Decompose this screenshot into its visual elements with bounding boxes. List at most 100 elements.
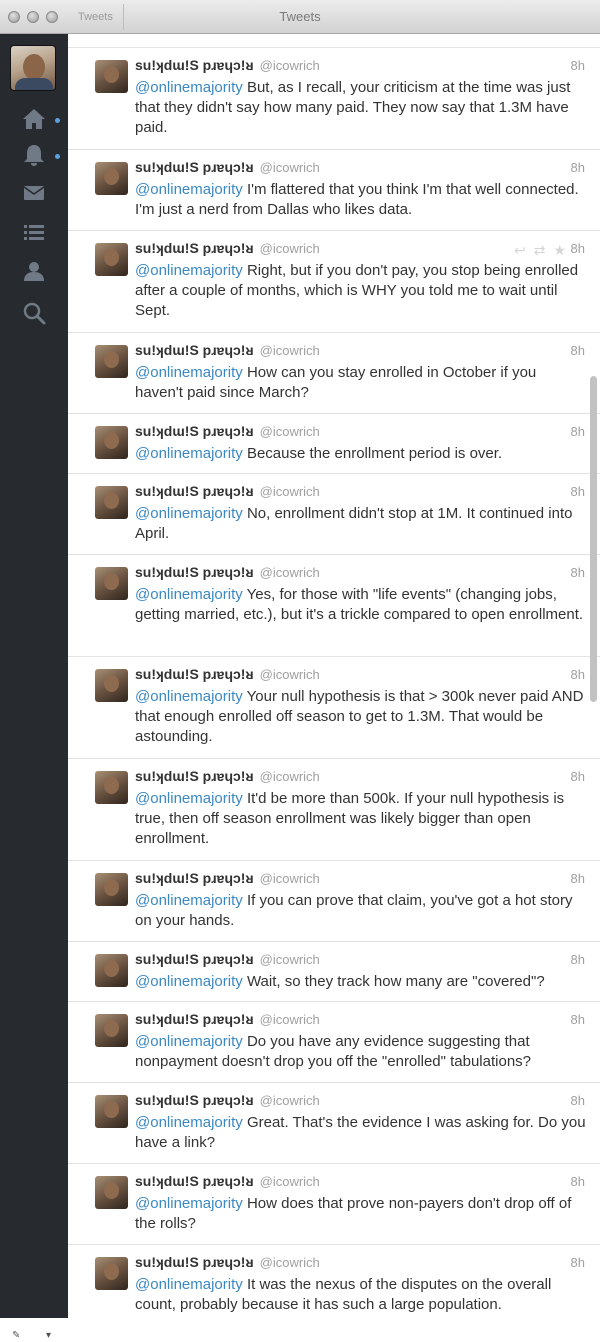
author-name[interactable]: su!ʞdɯ!S pɹɐɥɔ!ᴚ bbox=[135, 423, 254, 439]
tweet-row[interactable]: su!ʞdɯ!S pɹɐɥɔ!ᴚ @icowrich 8h @onlinemajori… bbox=[68, 1164, 600, 1245]
tweet-row[interactable]: su!ʞdɯ!S pɹɐɥɔ!ᴚ @icowrich 8h @onlinemajori… bbox=[68, 657, 600, 759]
author-name[interactable]: su!ʞdɯ!S pɹɐɥɔ!ᴚ bbox=[135, 666, 254, 682]
tweet-row[interactable]: su!ʞdɯ!S pɹɐɥɔ!ᴚ @icowrich 8h @onlinemajori… bbox=[68, 555, 600, 657]
tweet-row[interactable]: su!ʞdɯ!S pɹɐɥɔ!ᴚ @icowrich 8h @onlinemajori… bbox=[68, 942, 600, 1002]
tweet-row[interactable]: su!ʞdɯ!S pɹɐɥɔ!ᴚ @icowrich 8h @onlinemajori… bbox=[68, 48, 600, 150]
mention-link[interactable]: @onlinemajority bbox=[135, 181, 243, 198]
mentions-icon[interactable] bbox=[18, 140, 50, 170]
account-avatar[interactable] bbox=[10, 45, 56, 91]
author-name[interactable]: su!ʞdɯ!S pɹɐɥɔ!ᴚ bbox=[135, 768, 254, 784]
mention-link[interactable]: @onlinemajority bbox=[135, 1195, 243, 1212]
tweet-timestamp[interactable]: 8h bbox=[571, 565, 585, 580]
author-name[interactable]: su!ʞdɯ!S pɹɐɥɔ!ᴚ bbox=[135, 342, 254, 358]
author-handle[interactable]: @icowrich bbox=[260, 667, 320, 682]
tweet-timestamp[interactable]: 8h bbox=[571, 58, 585, 73]
author-handle[interactable]: @icowrich bbox=[260, 952, 320, 967]
lists-icon[interactable] bbox=[18, 218, 50, 248]
reply-icon[interactable]: ↩ bbox=[514, 242, 526, 259]
mention-link[interactable]: @onlinemajority bbox=[135, 445, 243, 462]
author-name[interactable]: su!ʞdɯ!S pɹɐɥɔ!ᴚ bbox=[135, 159, 254, 175]
author-handle[interactable]: @icowrich bbox=[260, 565, 320, 580]
tweet-timestamp[interactable]: 8h bbox=[571, 343, 585, 358]
author-avatar[interactable] bbox=[95, 1095, 128, 1128]
mention-link[interactable]: @onlinemajority bbox=[135, 1033, 243, 1050]
tweet-row[interactable]: su!ʞdɯ!S pɹɐɥɔ!ᴚ @icowrich 8h @onlinemajori… bbox=[68, 150, 600, 231]
messages-icon[interactable] bbox=[18, 178, 50, 208]
home-icon[interactable] bbox=[18, 104, 50, 134]
tweet-timestamp[interactable]: 8h bbox=[571, 1093, 585, 1108]
author-avatar[interactable] bbox=[95, 162, 128, 195]
author-avatar[interactable] bbox=[95, 243, 128, 276]
author-handle[interactable]: @icowrich bbox=[260, 58, 320, 73]
tweet-timestamp[interactable]: 8h bbox=[571, 667, 585, 682]
tweet-row[interactable]: su!ʞdɯ!S pɹɐɥɔ!ᴚ @icowrich 8h @onlinemajori… bbox=[68, 474, 600, 555]
favorite-icon[interactable]: ★ bbox=[553, 242, 566, 259]
tweet-row[interactable]: su!ʞdɯ!S pɹɐɥɔ!ᴚ @icowrich 8h @onlinemajori… bbox=[68, 414, 600, 474]
tweet-timestamp[interactable]: 8h bbox=[571, 424, 585, 439]
window-tab[interactable]: Tweets bbox=[68, 4, 124, 30]
author-avatar[interactable] bbox=[95, 567, 128, 600]
author-avatar[interactable] bbox=[95, 1014, 128, 1047]
mention-link[interactable]: @onlinemajority bbox=[135, 973, 243, 990]
minimize-window-button[interactable] bbox=[27, 11, 39, 23]
tweet-timestamp[interactable]: 8h bbox=[571, 952, 585, 967]
filter-icon[interactable]: ▾ bbox=[46, 1330, 58, 1342]
author-handle[interactable]: @icowrich bbox=[260, 1255, 320, 1270]
tweet-timestamp[interactable]: 8h bbox=[571, 769, 585, 784]
retweet-icon[interactable]: ⇄ bbox=[534, 242, 546, 259]
mention-link[interactable]: @onlinemajority bbox=[135, 790, 243, 807]
zoom-window-button[interactable] bbox=[46, 11, 58, 23]
search-icon[interactable] bbox=[18, 298, 50, 328]
author-avatar[interactable] bbox=[95, 60, 128, 93]
author-handle[interactable]: @icowrich bbox=[260, 484, 320, 499]
author-name[interactable]: su!ʞdɯ!S pɹɐɥɔ!ᴚ bbox=[135, 1092, 254, 1108]
tweet-timestamp[interactable]: 8h bbox=[571, 1012, 585, 1027]
author-name[interactable]: su!ʞdɯ!S pɹɐɥɔ!ᴚ bbox=[135, 1011, 254, 1027]
author-name[interactable]: su!ʞdɯ!S pɹɐɥɔ!ᴚ bbox=[135, 870, 254, 886]
author-name[interactable]: su!ʞdɯ!S pɹɐɥɔ!ᴚ bbox=[135, 240, 254, 256]
mention-link[interactable]: @onlinemajority bbox=[135, 1276, 243, 1293]
mention-link[interactable]: @onlinemajority bbox=[135, 1114, 243, 1131]
author-avatar[interactable] bbox=[95, 954, 128, 987]
author-avatar[interactable] bbox=[95, 426, 128, 459]
author-handle[interactable]: @icowrich bbox=[260, 343, 320, 358]
author-avatar[interactable] bbox=[95, 1257, 128, 1290]
author-handle[interactable]: @icowrich bbox=[260, 160, 320, 175]
mention-link[interactable]: @onlinemajority bbox=[135, 586, 243, 603]
mention-link[interactable]: @onlinemajority bbox=[135, 79, 243, 96]
tweet-timestamp[interactable]: 8h bbox=[571, 160, 585, 175]
tweet-timestamp[interactable]: 8h bbox=[571, 871, 585, 886]
mention-link[interactable]: @onlinemajority bbox=[135, 505, 243, 522]
close-window-button[interactable] bbox=[8, 11, 20, 23]
author-handle[interactable]: @icowrich bbox=[260, 1174, 320, 1189]
compose-icon[interactable]: ✎ bbox=[12, 1330, 24, 1342]
tweet-row[interactable]: su!ʞdɯ!S pɹɐɥɔ!ᴚ @icowrich 8h @onlinemajori… bbox=[68, 1245, 600, 1318]
tweet-timestamp[interactable]: 8h bbox=[571, 1255, 585, 1270]
mention-link[interactable]: @onlinemajority bbox=[135, 688, 243, 705]
author-name[interactable]: su!ʞdɯ!S pɹɐɥɔ!ᴚ bbox=[135, 951, 254, 967]
tweet-row[interactable]: su!ʞdɯ!S pɹɐɥɔ!ᴚ @icowrich 8h @onlinemajori… bbox=[68, 1083, 600, 1164]
author-avatar[interactable] bbox=[95, 1176, 128, 1209]
author-handle[interactable]: @icowrich bbox=[260, 769, 320, 784]
tweet-row[interactable]: su!ʞdɯ!S pɹɐɥɔ!ᴚ @icowrich 8h @onlinemajori… bbox=[68, 861, 600, 942]
author-handle[interactable]: @icowrich bbox=[260, 1093, 320, 1108]
author-name[interactable]: su!ʞdɯ!S pɹɐɥɔ!ᴚ bbox=[135, 483, 254, 499]
mention-link[interactable]: @onlinemajority bbox=[135, 262, 243, 279]
tweet-row[interactable]: su!ʞdɯ!S pɹɐɥɔ!ᴚ @icowrich 8h @onlinemajori… bbox=[68, 1002, 600, 1083]
author-avatar[interactable] bbox=[95, 873, 128, 906]
author-name[interactable]: su!ʞdɯ!S pɹɐɥɔ!ᴚ bbox=[135, 564, 254, 580]
tweet-row[interactable]: su!ʞdɯ!S pɹɐɥɔ!ᴚ @icowrich 8h @onlinemajori… bbox=[68, 231, 600, 333]
tweet-timeline[interactable]: su!ʞdɯ!S pɹɐɥɔ!ᴚ @icowrich 8h @onlinemajori… bbox=[68, 34, 600, 1318]
author-name[interactable]: su!ʞdɯ!S pɹɐɥɔ!ᴚ bbox=[135, 1173, 254, 1189]
author-handle[interactable]: @icowrich bbox=[260, 871, 320, 886]
timeline-scrollbar[interactable] bbox=[590, 376, 597, 702]
author-avatar[interactable] bbox=[95, 669, 128, 702]
mention-link[interactable]: @onlinemajority bbox=[135, 364, 243, 381]
tweet-timestamp[interactable]: 8h bbox=[571, 1174, 585, 1189]
tweet-row[interactable]: su!ʞdɯ!S pɹɐɥɔ!ᴚ @icowrich 8h @onlinemajori… bbox=[68, 759, 600, 861]
profile-icon[interactable] bbox=[18, 256, 50, 286]
tweet-timestamp[interactable]: 8h bbox=[571, 484, 585, 499]
author-handle[interactable]: @icowrich bbox=[260, 424, 320, 439]
mention-link[interactable]: @onlinemajority bbox=[135, 892, 243, 909]
author-name[interactable]: su!ʞdɯ!S pɹɐɥɔ!ᴚ bbox=[135, 57, 254, 73]
